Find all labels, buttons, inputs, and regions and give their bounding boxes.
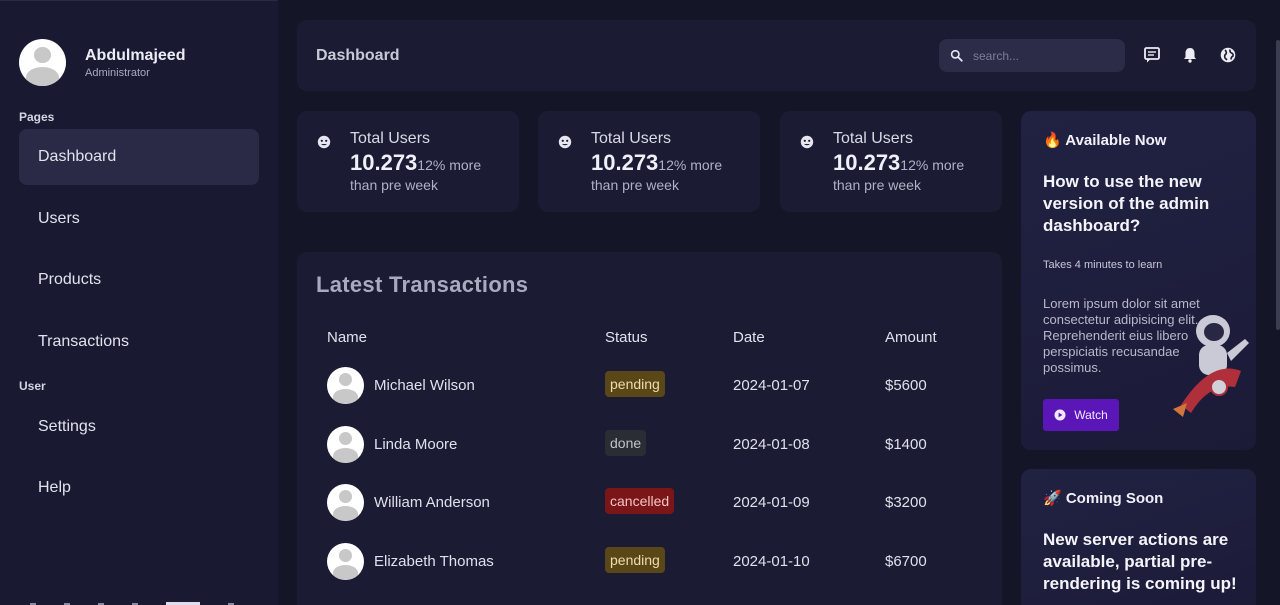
promo-card-coming-soon: 🚀 Coming Soon New server actions are ava… [1021, 469, 1256, 605]
avatar [327, 484, 364, 521]
column-header-amount: Amount [885, 329, 937, 346]
search-input[interactable] [973, 48, 1113, 63]
astronaut-illustration [1173, 315, 1249, 417]
row-name: Elizabeth Thomas [374, 553, 494, 570]
row-amount: $3200 [885, 494, 927, 511]
row-name: Michael Wilson [374, 377, 475, 394]
sidebar-item-settings[interactable]: Settings [19, 399, 259, 455]
row-name: Linda Moore [374, 436, 458, 453]
bell-icon[interactable] [1181, 46, 1199, 64]
transactions-panel: Latest Transactions Name Status Date Amo… [297, 252, 1002, 605]
page-title: Dashboard [316, 47, 400, 64]
promo-kicker: 🚀 Coming Soon [1043, 490, 1164, 507]
watch-button[interactable]: Watch [1043, 399, 1119, 431]
stat-subtext: than pre week [591, 177, 679, 193]
avatar [19, 39, 66, 86]
stat-title: Total Users [350, 130, 431, 147]
users-icon [317, 135, 331, 149]
sidebar: Abdulmajeed Administrator Pages Dashboar… [0, 0, 278, 605]
user-role: Administrator [85, 66, 150, 79]
column-header-status: Status [605, 329, 648, 346]
stat-card: Total Users 10.27312% more than pre week [780, 111, 1002, 212]
users-icon [558, 135, 572, 149]
section-label-user: User [19, 379, 46, 393]
globe-icon[interactable] [1219, 46, 1237, 64]
avatar [327, 367, 364, 404]
scrollbar[interactable] [1276, 40, 1280, 330]
promo-kicker: 🔥 Available Now [1043, 132, 1167, 149]
search-icon [950, 49, 963, 62]
stat-subtext: than pre week [350, 177, 438, 193]
watch-label: Watch [1074, 408, 1108, 422]
sidebar-item-users[interactable]: Users [19, 191, 259, 247]
status-badge: pending [605, 371, 665, 397]
promo-headline: New server actions are available, partia… [1043, 530, 1237, 593]
stat-title: Total Users [833, 130, 914, 147]
users-icon [800, 135, 814, 149]
promo-card-available: 🔥 Available Now How to use the new versi… [1021, 111, 1256, 450]
user-name: Abdulmajeed [85, 46, 186, 64]
row-date: 2024-01-10 [733, 553, 810, 570]
avatar [327, 426, 364, 463]
promo-subtext: Takes 4 minutes to learn [1043, 259, 1163, 271]
table-row[interactable]: Elizabeth Thomas pending 2024-01-10 $670… [297, 543, 1002, 583]
play-icon [1054, 409, 1066, 421]
stat-value: 10.273 [350, 150, 418, 175]
table-row[interactable]: Michael Wilson pending 2024-01-07 $5600 [297, 367, 1002, 407]
status-badge: done [605, 430, 647, 456]
promo-headline: How to use the new version of the admin … [1043, 172, 1210, 235]
stat-card: Total Users 10.27312% more than pre week [297, 111, 519, 212]
stat-change: 12% more [658, 157, 723, 173]
stat-subtext: than pre week [833, 177, 921, 193]
stat-card: Total Users 10.27312% more than pre week [538, 111, 760, 212]
search-box[interactable] [939, 39, 1125, 72]
sidebar-item-dashboard[interactable]: Dashboard [19, 129, 259, 185]
row-amount: $5600 [885, 377, 927, 394]
status-badge: pending [605, 547, 665, 573]
stat-title: Total Users [591, 130, 672, 147]
stat-change: 12% more [417, 157, 482, 173]
message-icon[interactable] [1143, 46, 1161, 64]
row-name: William Anderson [374, 494, 490, 511]
topbar: Dashboard [297, 20, 1256, 91]
column-header-name: Name [327, 329, 368, 346]
transactions-title: Latest Transactions [316, 272, 529, 297]
section-label-pages: Pages [19, 110, 55, 124]
sidebar-item-help[interactable]: Help [19, 460, 259, 516]
avatar [327, 543, 364, 580]
status-badge: cancelled [605, 488, 675, 514]
row-amount: $1400 [885, 436, 927, 453]
row-date: 2024-01-09 [733, 494, 810, 511]
sidebar-item-products[interactable]: Products [19, 252, 259, 308]
user-profile[interactable]: Abdulmajeed Administrator [19, 39, 185, 86]
row-date: 2024-01-07 [733, 377, 810, 394]
stat-value: 10.273 [833, 150, 901, 175]
sidebar-item-transactions[interactable]: Transactions [19, 314, 259, 370]
column-header-date: Date [733, 329, 765, 346]
row-amount: $6700 [885, 553, 927, 570]
stat-value: 10.273 [591, 150, 659, 175]
row-date: 2024-01-08 [733, 436, 810, 453]
table-row[interactable]: William Anderson cancelled 2024-01-09 $3… [297, 484, 1002, 524]
stat-change: 12% more [900, 157, 965, 173]
table-row[interactable]: Linda Moore done 2024-01-08 $1400 [297, 426, 1002, 466]
